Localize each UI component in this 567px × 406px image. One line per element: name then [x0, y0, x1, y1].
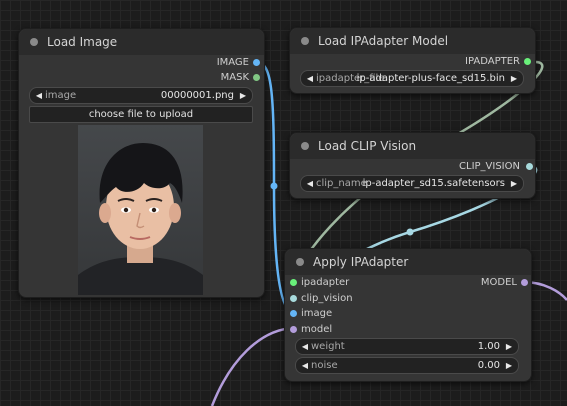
widget-name: weight: [311, 341, 345, 352]
output-mask-dot[interactable]: [253, 74, 260, 81]
output-model-slot[interactable]: MODEL: [415, 276, 517, 290]
output-label: MASK: [220, 72, 249, 83]
collapse-dot-icon[interactable]: [301, 142, 309, 150]
decrement-arrow-icon[interactable]: ◀: [33, 88, 45, 103]
input-model-dot[interactable]: [290, 326, 297, 333]
apply-ipadapter-node[interactable]: Apply IPAdapter ipadapter clip_vision im…: [284, 248, 532, 382]
load-image-title-bar[interactable]: Load Image: [19, 29, 264, 55]
load-ipadapter-title-bar[interactable]: Load IPAdapter Model: [290, 28, 535, 54]
output-image-slot[interactable]: IMAGE: [139, 56, 249, 70]
ipadapter-file-combo-widget[interactable]: ◀ ipadapter_file ip-adapter-plus-face_sd…: [300, 70, 524, 87]
node-title: Load Image: [47, 35, 118, 49]
output-model-dot[interactable]: [521, 279, 528, 286]
widget-value: ip-adapter-plus-face_sd15.bin: [356, 73, 505, 84]
decrement-arrow-icon[interactable]: ◀: [304, 71, 316, 86]
increment-arrow-icon[interactable]: ▶: [508, 176, 520, 191]
output-label: IPADAPTER: [465, 56, 520, 67]
load-clip-vision-node[interactable]: Load CLIP Vision CLIP_VISION ◀ clip_name…: [289, 132, 536, 199]
node-title: Apply IPAdapter: [313, 255, 409, 269]
input-label: clip_vision: [301, 293, 353, 304]
model-input-link[interactable]: [210, 326, 294, 406]
widget-value: ip-adapter_sd15.safetensors: [362, 178, 505, 189]
image-combo-widget[interactable]: ◀ image 00000001.png ▶: [29, 87, 253, 104]
apply-ipadapter-title-bar[interactable]: Apply IPAdapter: [285, 249, 531, 275]
output-clip-vision-slot[interactable]: CLIP_VISION: [400, 160, 520, 174]
output-ipadapter-slot[interactable]: IPADAPTER: [400, 55, 520, 69]
decrement-arrow-icon[interactable]: ◀: [299, 339, 311, 354]
collapse-dot-icon[interactable]: [30, 38, 38, 46]
collapse-dot-icon[interactable]: [296, 258, 304, 266]
output-label: MODEL: [480, 277, 517, 288]
increment-arrow-icon[interactable]: ▶: [503, 358, 515, 373]
choose-file-button[interactable]: choose file to upload: [29, 106, 253, 123]
input-clip-vision-slot[interactable]: clip_vision: [301, 292, 353, 306]
node-title: Load IPAdapter Model: [318, 34, 449, 48]
input-model-slot[interactable]: model: [301, 323, 332, 337]
increment-arrow-icon[interactable]: ▶: [237, 88, 249, 103]
output-label: IMAGE: [216, 57, 249, 68]
load-ipadapter-model-node[interactable]: Load IPAdapter Model IPADAPTER ◀ ipadapt…: [289, 27, 536, 94]
input-clip-vision-dot[interactable]: [290, 295, 297, 302]
widget-name: image: [45, 90, 77, 101]
image-link-midpoint[interactable]: [270, 182, 278, 190]
output-label: CLIP_VISION: [459, 161, 520, 172]
increment-arrow-icon[interactable]: ▶: [503, 339, 515, 354]
widget-name: clip_name: [316, 178, 367, 189]
portrait-face-image: [78, 125, 203, 295]
widget-value: 00000001.png: [160, 90, 234, 101]
output-image-dot[interactable]: [253, 59, 260, 66]
decrement-arrow-icon[interactable]: ◀: [299, 358, 311, 373]
node-graph-canvas[interactable]: Load Image IMAGE MASK ◀ image 00000001.p…: [0, 0, 567, 406]
node-title: Load CLIP Vision: [318, 139, 417, 153]
clip-name-combo-widget[interactable]: ◀ clip_name ip-adapter_sd15.safetensors …: [300, 175, 524, 192]
widget-value: 0.00: [477, 360, 500, 371]
collapse-dot-icon[interactable]: [301, 37, 309, 45]
input-image-dot[interactable]: [290, 310, 297, 317]
load-image-node[interactable]: Load Image IMAGE MASK ◀ image 00000001.p…: [18, 28, 265, 298]
widget-value: 1.00: [477, 341, 500, 352]
input-label: image: [301, 308, 333, 319]
output-clip-vision-dot[interactable]: [526, 163, 533, 170]
image-preview: [78, 125, 203, 295]
widget-name: noise: [311, 360, 338, 371]
decrement-arrow-icon[interactable]: ◀: [304, 176, 316, 191]
clip-vision-link-midpoint[interactable]: [406, 228, 414, 236]
output-ipadapter-dot[interactable]: [524, 58, 531, 65]
increment-arrow-icon[interactable]: ▶: [508, 71, 520, 86]
noise-number-widget[interactable]: ◀ noise 0.00 ▶: [295, 357, 519, 374]
button-label: choose file to upload: [88, 109, 194, 120]
input-label: model: [301, 324, 333, 335]
input-ipadapter-slot[interactable]: ipadapter: [301, 276, 349, 290]
output-mask-slot[interactable]: MASK: [139, 71, 249, 85]
input-ipadapter-dot[interactable]: [290, 279, 297, 286]
weight-number-widget[interactable]: ◀ weight 1.00 ▶: [295, 338, 519, 355]
input-image-slot[interactable]: image: [301, 307, 332, 321]
load-clip-vision-title-bar[interactable]: Load CLIP Vision: [290, 133, 535, 159]
input-label: ipadapter: [301, 277, 350, 288]
